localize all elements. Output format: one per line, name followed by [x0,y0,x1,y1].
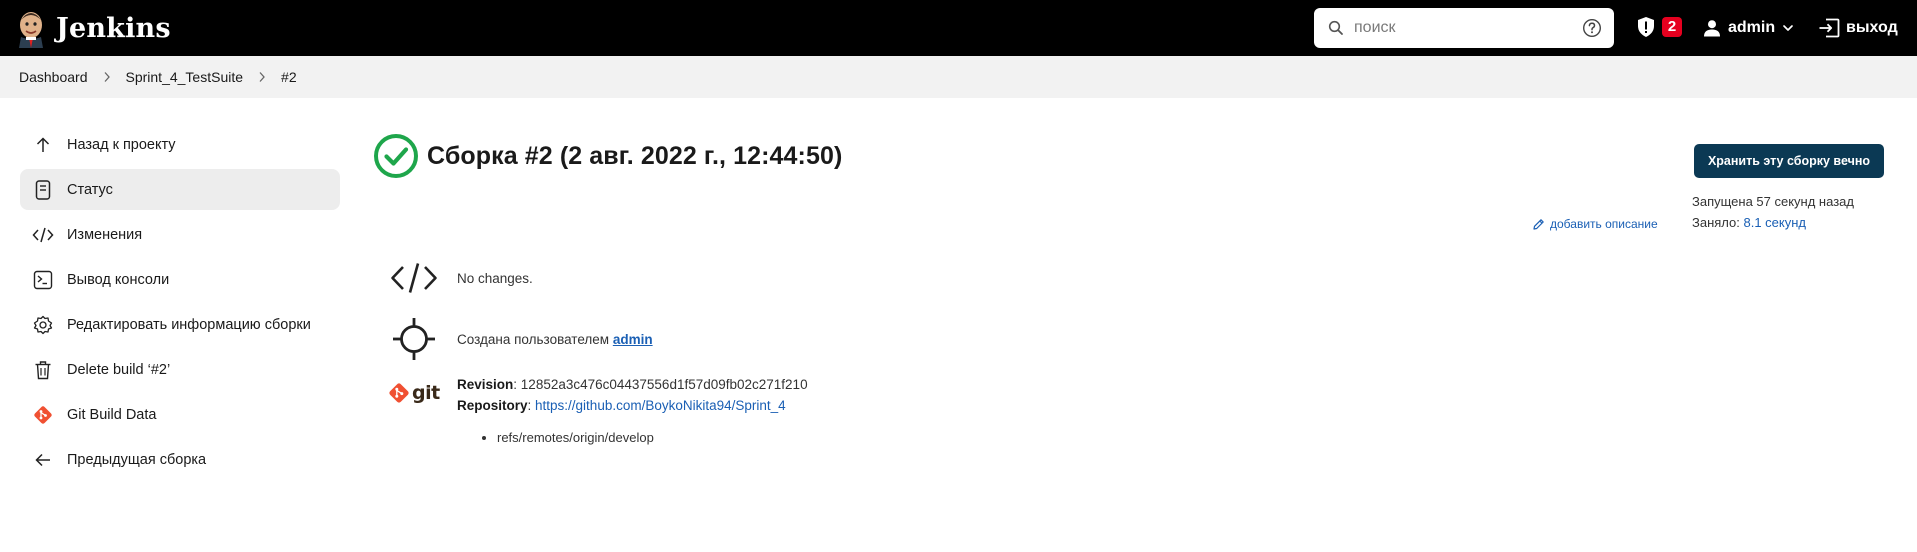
build-duration-link[interactable]: 8.1 секунд [1744,215,1807,230]
build-started: Запущена 57 секунд назад [1692,194,1854,209]
repository-line: Repository: https://github.com/BoykoNiki… [457,398,786,413]
git-details: Revision: 12852a3c476c04437556d1f57d09fb… [457,374,957,445]
sidebar-item-label: Предыдущая сборка [67,451,207,468]
chevron-right-icon [258,71,266,83]
logout-button[interactable]: выход [1818,16,1898,40]
user-icon [1704,20,1720,37]
build-duration: Заняло: 8.1 секунд [1692,215,1806,230]
terminal-icon [32,269,54,291]
search-icon [1328,20,1343,35]
brand-name: Jenkins [56,12,171,44]
logout-label: выход [1846,19,1898,36]
created-by-user-link[interactable]: admin [613,332,653,347]
add-description-label: добавить описание [1550,217,1658,231]
git-diamond-icon [389,383,409,403]
user-menu[interactable]: admin [1703,16,1794,40]
breadcrumb-build[interactable]: #2 [280,69,298,85]
search-box [1314,8,1614,48]
jenkins-home-link[interactable]: Jenkins [16,6,171,50]
sidebar-item-changes[interactable]: Изменения [20,214,340,255]
breadcrumb-dashboard[interactable]: Dashboard [18,69,89,85]
sidebar-item-label: Git Build Data [67,406,157,423]
sidebar-item-label: Редактировать информацию сборки [67,316,311,333]
sidebar-item-delete-build[interactable]: Delete build ‘#2’ [20,349,340,390]
breadcrumb: Dashboard Sprint_4_TestSuite #2 [0,56,1917,98]
revision-label: Revision [457,377,514,392]
created-by-label: Создана пользователем [457,331,610,347]
code-icon [32,224,54,246]
sidebar-item-label: Вывод консоли [67,271,170,288]
git-logo: git [388,382,440,404]
created-by-row: Создана пользователем admin [388,317,653,361]
arrow-left-icon [32,449,54,471]
sidebar-item-console-output[interactable]: Вывод консоли [20,259,340,300]
security-badge: 2 [1662,17,1682,37]
sidebar-item-edit-build-info[interactable]: Редактировать информацию сборки [20,304,340,345]
keep-build-forever-button[interactable]: Хранить эту сборку вечно [1694,144,1884,178]
arrow-up-icon [32,134,54,156]
changes-row: No changes. [388,261,533,295]
shield-icon [1638,17,1654,37]
user-name: admin [1728,19,1776,36]
repository-link[interactable]: https://github.com/BoykoNikita94/Sprint_… [535,398,786,413]
git-icon [32,404,54,426]
success-check-icon [374,134,418,178]
page-title: Сборка #2 (2 авг. 2022 г., 12:44:50) [427,141,843,170]
branch-list: refs/remotes/origin/develop [457,430,957,445]
breadcrumb-project[interactable]: Sprint_4_TestSuite [125,69,245,85]
sidebar: Назад к проекту Статус Изменения Вывод к… [20,124,340,484]
pencil-icon [1533,218,1544,230]
revision-line: Revision: 12852a3c476c04437556d1f57d09fb… [457,377,808,392]
crosshair-icon [388,317,440,361]
trash-icon [32,359,54,381]
changes-text: No changes. [457,270,533,286]
sidebar-item-label: Статус [67,181,113,198]
document-icon [32,179,54,201]
git-wordmark: git [412,382,440,404]
top-header: Jenkins 2 admin [0,0,1917,56]
sidebar-item-git-build-data[interactable]: Git Build Data [20,394,340,435]
revision-value: 12852a3c476c04437556d1f57d09fb02c271f210 [520,377,808,392]
chevron-right-icon [103,71,111,83]
list-item: refs/remotes/origin/develop [497,430,957,445]
gear-icon [32,314,54,336]
search-input[interactable] [1354,8,1564,48]
jenkins-logo-icon [19,12,43,48]
created-by-text: Создана пользователем admin [457,332,653,347]
sidebar-item-status[interactable]: Статус [20,169,340,210]
build-header: Сборка #2 (2 авг. 2022 г., 12:44:50) [373,133,842,179]
sidebar-item-previous-build[interactable]: Предыдущая сборка [20,439,340,480]
code-icon [388,261,440,295]
chevron-down-icon [1783,25,1793,31]
repository-label: Repository [457,398,528,413]
sidebar-item-label: Назад к проекту [67,136,176,153]
sidebar-item-back-to-project[interactable]: Назад к проекту [20,124,340,165]
sidebar-item-label: Изменения [67,226,143,243]
sidebar-item-label: Delete build ‘#2’ [67,361,171,378]
security-alerts[interactable]: 2 [1636,16,1682,38]
add-description-link[interactable]: добавить описание [1532,217,1658,231]
build-duration-label: Заняло: [1692,215,1740,230]
help-icon[interactable] [1582,18,1602,38]
logout-icon [1819,18,1840,38]
